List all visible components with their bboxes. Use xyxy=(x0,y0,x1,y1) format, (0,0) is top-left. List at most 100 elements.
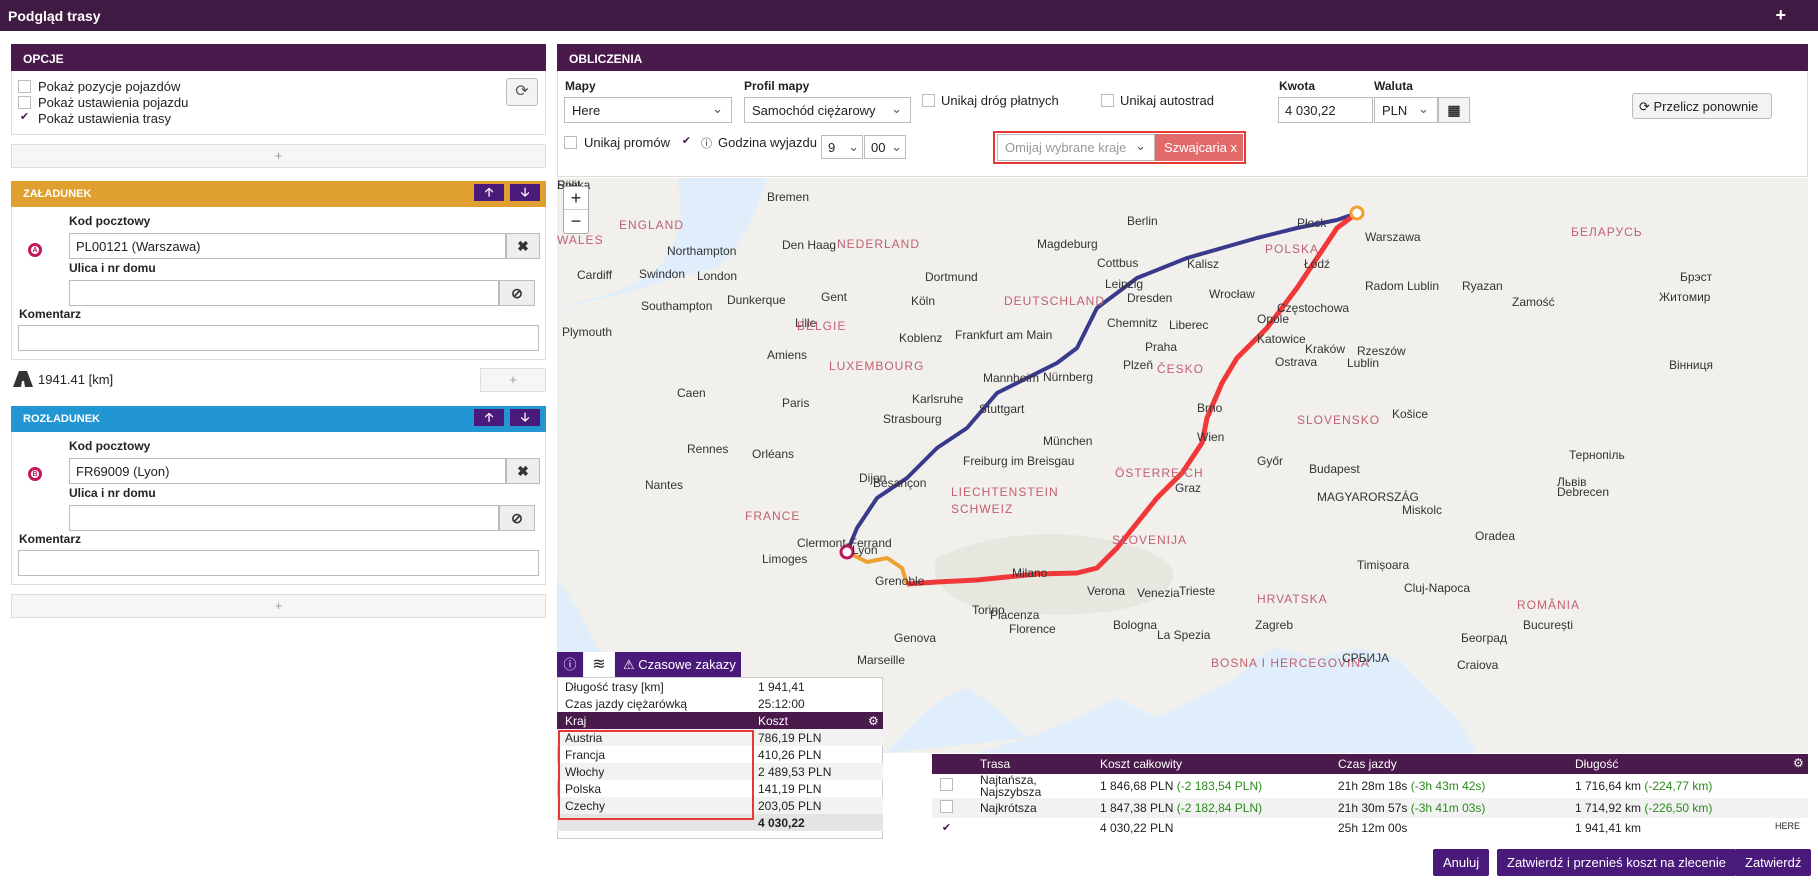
cost-cell: 786,19 PLN xyxy=(758,730,822,745)
map-label: Mannheim xyxy=(983,371,1040,385)
settings-icon[interactable]: ⚙ xyxy=(1793,756,1804,770)
route-length-value: 1 716,64 km xyxy=(1575,779,1642,793)
map-label: Тернопіль xyxy=(1569,448,1625,462)
move-up-button[interactable]: 🡡 xyxy=(474,184,504,201)
add-waypoint-button[interactable]: + xyxy=(480,368,546,392)
show-vehicles-checkbox[interactable] xyxy=(18,80,31,93)
maps-select[interactable]: Here ⌄ xyxy=(564,97,732,123)
unloading-compass-button[interactable]: ⊘ xyxy=(499,505,535,531)
route-length: 1 716,64 km (-224,77 km) xyxy=(1567,774,1808,798)
summary-tabs: ⓘ ≋ ⚠ Czasowe zakazy xyxy=(557,652,757,677)
profile-value: Samochód ciężarowy xyxy=(752,103,876,118)
map-label: Genova xyxy=(894,631,937,645)
route-checkbox[interactable] xyxy=(940,800,953,813)
unloading-comment-input[interactable] xyxy=(18,550,539,576)
amount-label: Kwota xyxy=(1279,79,1315,93)
map-label: Dresden xyxy=(1127,291,1173,305)
map-label: Брэст xyxy=(1680,270,1713,284)
show-vehicle-settings-checkbox[interactable] xyxy=(18,96,31,109)
map-label: Kraków xyxy=(1305,342,1346,356)
cancel-button[interactable]: Anuluj xyxy=(1433,849,1490,876)
confirm-transfer-button[interactable]: Zatwierdź i przenieś koszt na zlecenie xyxy=(1497,849,1736,876)
table-row[interactable]: Najtańsza, Najszybsza 1 846,68 PLN (-2 1… xyxy=(932,774,1808,798)
map-label: Paris xyxy=(782,396,810,410)
profile-select[interactable]: Samochód ciężarowy ⌄ xyxy=(744,97,911,123)
show-route-settings-checkbox[interactable]: ✔ xyxy=(18,112,31,125)
currency-label: Waluta xyxy=(1374,79,1413,93)
route-time-diff: (-3h 43m 42s) xyxy=(1410,779,1486,793)
route-cost-diff: (-2 183,54 PLN) xyxy=(1176,779,1263,793)
unloading-postal-input[interactable]: FR69009 (Lyon) xyxy=(69,458,506,484)
loading-postal-input[interactable]: PL00121 (Warszawa) xyxy=(69,233,506,259)
clear-loading-button[interactable]: ✖ xyxy=(506,233,540,259)
cost-cell: 141,19 PLN xyxy=(758,781,822,796)
add-stop-button[interactable]: + xyxy=(11,144,546,168)
map-label: Berlin xyxy=(1127,214,1158,228)
cost-cell: 2 489,53 PLN xyxy=(758,764,832,779)
temporal-bans-tab[interactable]: ⚠ Czasowe zakazy xyxy=(615,652,741,677)
route-length-value: 1 941,41 km xyxy=(1575,821,1642,835)
avoid-country-tag[interactable]: Szwajcaria x xyxy=(1155,134,1243,161)
currency-select[interactable]: PLN ⌄ xyxy=(1374,97,1438,123)
routes-table: Trasa Koszt całkowity Czas jazdy Długość… xyxy=(932,754,1808,838)
map-label: DEUTSCHLAND xyxy=(1004,294,1106,308)
minute-select[interactable]: 00 ⌄ xyxy=(864,135,906,159)
route-time-diff: (-3h 41m 03s) xyxy=(1410,801,1486,815)
avoid-countries-select[interactable]: Omijaj wybrane kraje ⌄ xyxy=(997,134,1155,161)
recalculate-button[interactable]: ⟳ Przelicz ponownie xyxy=(1632,93,1772,119)
route-checkbox[interactable] xyxy=(940,778,953,791)
amount-input[interactable]: 4 030,22 xyxy=(1278,97,1373,123)
move-up-button[interactable]: 🡡 xyxy=(474,409,504,426)
unloading-header: ROZŁADUNEK xyxy=(11,406,546,432)
hour-select[interactable]: 9 ⌄ xyxy=(821,135,863,159)
move-down-button[interactable]: 🡣 xyxy=(510,409,540,426)
map-label: Magdeburg xyxy=(1037,237,1098,251)
move-down-button[interactable]: 🡣 xyxy=(510,184,540,201)
loading-title: ZAŁADUNEK xyxy=(23,188,92,200)
zoom-out-button[interactable]: − xyxy=(564,210,588,233)
route-checkbox[interactable]: ✔ xyxy=(940,823,953,836)
add-stop-button[interactable]: + xyxy=(11,594,546,618)
avoid-highways-checkbox[interactable] xyxy=(1101,94,1114,107)
zoom-in-button[interactable]: + xyxy=(564,187,588,210)
map-label: Craiova xyxy=(1457,658,1499,672)
clear-unloading-button[interactable]: ✖ xyxy=(506,458,540,484)
map-label: Львів xyxy=(1557,475,1587,489)
settings-icon[interactable]: ⚙ xyxy=(868,714,879,728)
avoid-tolls-checkbox[interactable] xyxy=(922,94,935,107)
departure-checkbox[interactable]: ✔ xyxy=(680,136,693,149)
loading-comment-input[interactable] xyxy=(18,325,539,351)
add-icon[interactable]: + xyxy=(1775,5,1786,26)
route-name: Najkrótsza xyxy=(980,801,1037,815)
map-label: Београд xyxy=(1461,631,1507,645)
map-label: Orléans xyxy=(752,447,795,461)
chevron-down-icon: ⌄ xyxy=(891,101,902,116)
layers-icon: ≋ xyxy=(592,656,606,673)
loading-street-input[interactable] xyxy=(69,280,499,306)
unloading-comment-label: Komentarz xyxy=(19,532,82,546)
refresh-button[interactable]: ⟳ xyxy=(506,78,538,106)
show-vehicles-label: Pokaż pozycje pojazdów xyxy=(38,79,181,94)
avoid-ferries-checkbox[interactable] xyxy=(564,136,577,149)
calculator-button[interactable]: ▦ xyxy=(1438,97,1470,123)
total-cost: 4 030,22 xyxy=(758,815,805,830)
table-row[interactable]: Najkrótsza 1 847,38 PLN (-2 182,84 PLN) … xyxy=(932,798,1808,818)
refresh-icon: ⟳ xyxy=(515,83,529,100)
map-label: Caen xyxy=(677,386,706,400)
confirm-button[interactable]: Zatwierdź xyxy=(1735,849,1812,876)
unloading-street-input[interactable] xyxy=(69,505,499,531)
loading-compass-button[interactable]: ⊘ xyxy=(499,280,535,306)
avoid-highways-label: Unikaj autostrad xyxy=(1120,93,1214,108)
info-tab[interactable]: ⓘ xyxy=(557,652,583,677)
route-column-header: Trasa xyxy=(980,757,1011,771)
zoom-control: + − xyxy=(563,186,589,234)
route-cost-value: 1 847,38 PLN xyxy=(1100,801,1174,815)
table-row[interactable]: ✔ 4 030,22 PLN 25h 12m 00s 1 941,41 km HE… xyxy=(932,818,1808,838)
maps-label: Mapy xyxy=(565,79,596,93)
map-label: Limoges xyxy=(762,552,808,566)
map-label: Dortmund xyxy=(925,270,978,284)
map-label: ENGLAND xyxy=(619,218,685,232)
layers-tab[interactable]: ≋ xyxy=(584,652,614,677)
temporal-bans-label: Czasowe zakazy xyxy=(638,657,736,672)
window-title: Podgląd trasy xyxy=(8,8,101,24)
